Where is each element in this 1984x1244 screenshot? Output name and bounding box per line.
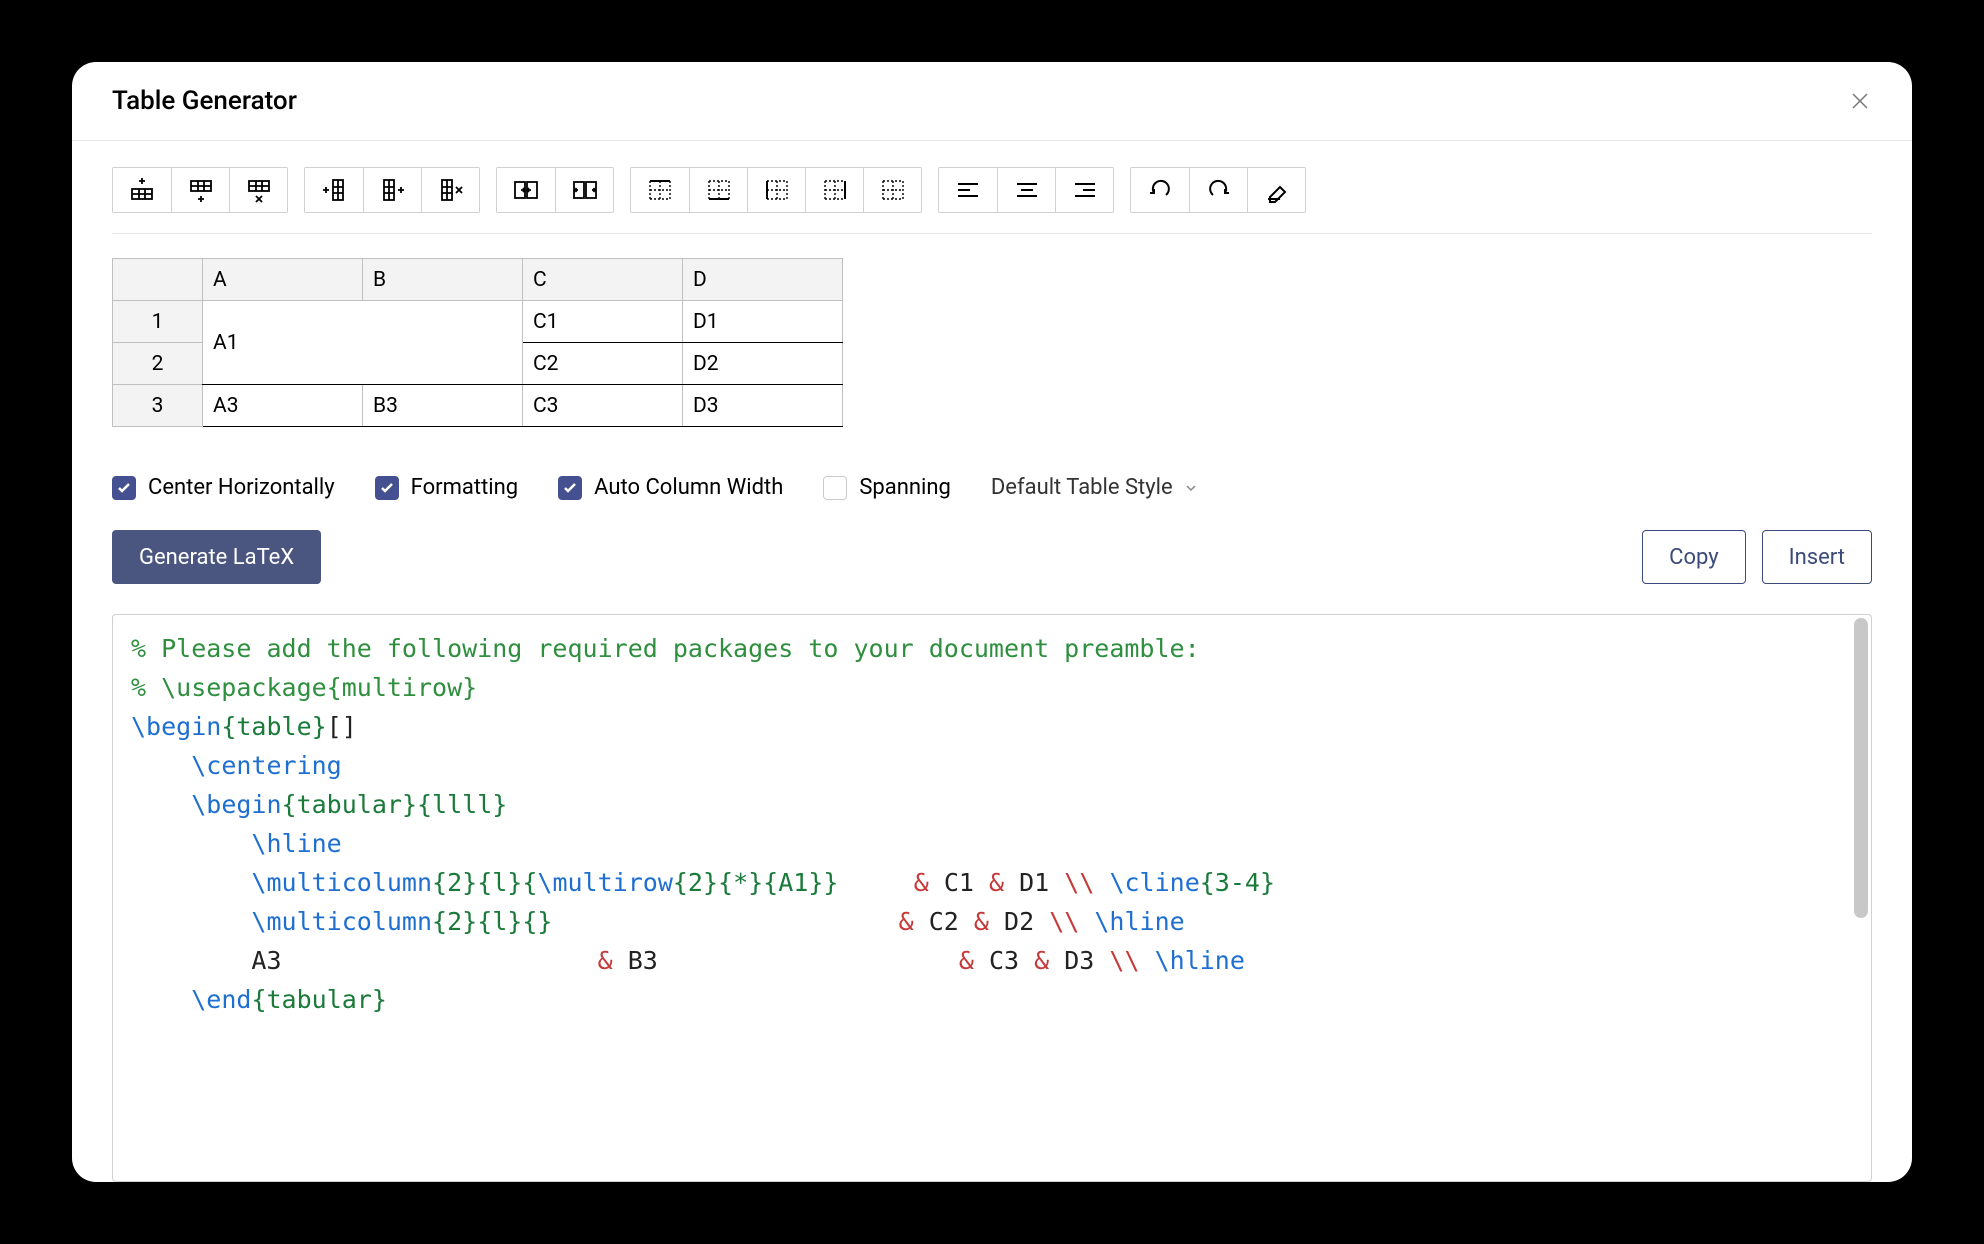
cell-d2[interactable]: D2 <box>683 343 843 385</box>
cell-a3[interactable]: A3 <box>203 385 363 427</box>
redo-button[interactable] <box>1189 168 1247 212</box>
chevron-down-icon <box>1183 480 1199 496</box>
dialog-header: Table Generator <box>72 62 1912 141</box>
toolbar-group-cols <box>304 167 480 213</box>
align-right-button[interactable] <box>1055 168 1113 212</box>
toolbar-group-history <box>1130 167 1306 213</box>
dialog-body: A B C D 1 A1 C1 D1 2 C2 D2 3 <box>72 141 1912 1182</box>
formatting-label: Formatting <box>411 475 518 500</box>
toolbar-group-merge <box>496 167 614 213</box>
latex-code[interactable]: % Please add the following required pack… <box>113 615 1871 1033</box>
cell-a1-merged[interactable]: A1 <box>203 301 523 385</box>
spreadsheet-grid[interactable]: A B C D 1 A1 C1 D1 2 C2 D2 3 <box>112 258 1872 427</box>
toolbar <box>112 167 1872 234</box>
row-header-2[interactable]: 2 <box>113 343 203 385</box>
border-all-button[interactable] <box>863 168 921 212</box>
generate-latex-button[interactable]: Generate LaTeX <box>112 530 321 584</box>
col-header-b[interactable]: B <box>363 259 523 301</box>
merge-cells-button[interactable] <box>497 168 555 212</box>
table-generator-dialog: Table Generator <box>72 62 1912 1182</box>
delete-row-button[interactable] <box>229 168 287 212</box>
col-header-d[interactable]: D <box>683 259 843 301</box>
toolbar-group-align <box>938 167 1114 213</box>
align-left-button[interactable] <box>939 168 997 212</box>
auto-column-width-label: Auto Column Width <box>594 475 783 500</box>
row-header-1[interactable]: 1 <box>113 301 203 343</box>
auto-column-width-checkbox[interactable]: Auto Column Width <box>558 475 783 500</box>
center-horizontally-checkbox[interactable]: Center Horizontally <box>112 475 335 500</box>
grid-corner[interactable] <box>113 259 203 301</box>
insert-col-left-button[interactable] <box>305 168 363 212</box>
formatting-checkbox[interactable]: Formatting <box>375 475 518 500</box>
insert-col-right-button[interactable] <box>363 168 421 212</box>
col-header-c[interactable]: C <box>523 259 683 301</box>
border-top-button[interactable] <box>631 168 689 212</box>
insert-row-below-button[interactable] <box>171 168 229 212</box>
undo-button[interactable] <box>1131 168 1189 212</box>
cell-d3[interactable]: D3 <box>683 385 843 427</box>
code-scrollbar[interactable] <box>1854 618 1868 1178</box>
align-center-button[interactable] <box>997 168 1055 212</box>
toolbar-group-borders <box>630 167 922 213</box>
cell-c3[interactable]: C3 <box>523 385 683 427</box>
insert-row-above-button[interactable] <box>113 168 171 212</box>
center-horizontally-label: Center Horizontally <box>148 475 335 500</box>
spanning-checkbox[interactable]: Spanning <box>823 475 951 500</box>
actions-row: Generate LaTeX Copy Insert <box>112 530 1872 584</box>
copy-button[interactable]: Copy <box>1642 530 1746 584</box>
insert-button[interactable]: Insert <box>1762 530 1872 584</box>
cell-d1[interactable]: D1 <box>683 301 843 343</box>
latex-output[interactable]: % Please add the following required pack… <box>112 614 1872 1182</box>
options-row: Center Horizontally Formatting Auto Colu… <box>112 475 1872 500</box>
border-left-button[interactable] <box>747 168 805 212</box>
table-style-value: Default Table Style <box>991 475 1173 500</box>
delete-col-button[interactable] <box>421 168 479 212</box>
dialog-title: Table Generator <box>112 86 297 116</box>
border-right-button[interactable] <box>805 168 863 212</box>
row-header-3[interactable]: 3 <box>113 385 203 427</box>
clear-button[interactable] <box>1247 168 1305 212</box>
split-cells-button[interactable] <box>555 168 613 212</box>
col-header-a[interactable]: A <box>203 259 363 301</box>
close-icon[interactable] <box>1848 89 1872 113</box>
spanning-label: Spanning <box>859 475 951 500</box>
table-style-select[interactable]: Default Table Style <box>991 475 1199 500</box>
cell-c2[interactable]: C2 <box>523 343 683 385</box>
code-scroll-thumb[interactable] <box>1854 618 1868 918</box>
cell-b3[interactable]: B3 <box>363 385 523 427</box>
cell-c1[interactable]: C1 <box>523 301 683 343</box>
border-bottom-button[interactable] <box>689 168 747 212</box>
toolbar-group-rows <box>112 167 288 213</box>
